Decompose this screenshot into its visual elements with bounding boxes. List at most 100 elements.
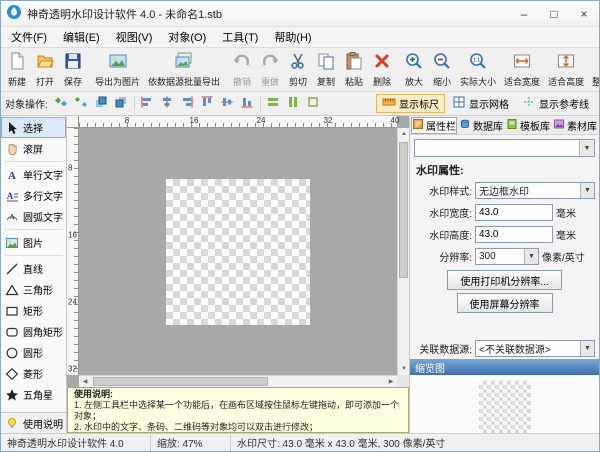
tool-triangle[interactable]: 三角形 [1, 279, 66, 300]
actual-size-button[interactable]: 1:1实际大小 [456, 49, 500, 90]
same-width-button[interactable] [264, 94, 283, 113]
redo-label: 重做 [261, 75, 279, 88]
watermark-transparent-canvas[interactable] [166, 179, 310, 325]
align-middle-vertical-button[interactable] [218, 94, 237, 113]
scroll-up-arrow[interactable]: ▲ [398, 128, 409, 140]
tool-arc-text[interactable]: A圆弧文字 [1, 206, 66, 227]
canvas-column: 8 16 24 32 40 8 16 24 32 ▲ [67, 116, 409, 433]
tool-picture[interactable]: 图片 [1, 232, 66, 253]
chevron-down-icon[interactable]: ▼ [580, 183, 594, 198]
paste-button[interactable]: 粘贴 [340, 49, 368, 90]
tab-materials[interactable]: 素材库 [552, 117, 598, 134]
zoom-out-button[interactable]: 缩小 [428, 49, 456, 90]
tool-rectangle[interactable]: 矩形 [1, 300, 66, 321]
tool-rounded-rectangle[interactable]: 圆角矩形 [1, 321, 66, 342]
tool-line[interactable]: 直线 [1, 258, 66, 279]
scroll-left-arrow[interactable]: ◀ [79, 376, 91, 387]
arc-text-icon: A [4, 210, 20, 224]
help-button[interactable]: 使用说明 [1, 412, 66, 433]
redo-button[interactable]: 重做 [256, 49, 284, 90]
cut-label: 剪切 [289, 75, 307, 88]
menu-view[interactable]: 视图(V) [108, 27, 161, 47]
vertical-scroll-thumb[interactable] [399, 142, 408, 278]
scroll-right-arrow[interactable]: ▶ [385, 376, 397, 387]
chevron-down-icon[interactable]: ▼ [579, 140, 594, 156]
align-left-button[interactable] [138, 94, 157, 113]
paste-label: 粘贴 [345, 75, 363, 88]
align-center-horizontal-button[interactable] [158, 94, 177, 113]
resolution-select[interactable]: 300▼ [475, 248, 539, 265]
menu-help[interactable]: 帮助(H) [266, 27, 319, 47]
watermark-width-input[interactable] [475, 204, 553, 221]
tab-database[interactable]: 数据库 [458, 117, 504, 134]
whole-page-button[interactable]: 整页显示 [588, 49, 600, 90]
same-height-button[interactable] [284, 94, 303, 113]
send-to-back-button[interactable] [112, 94, 131, 113]
chevron-down-icon[interactable]: ▼ [524, 249, 538, 264]
batch-export-button[interactable]: 依数据源批量导出 [144, 49, 224, 90]
tool-star[interactable]: 五角星 [1, 384, 66, 405]
minimize-button[interactable]: – [509, 1, 539, 26]
single-line-text-icon: A [4, 168, 20, 182]
object-selector-combo[interactable]: ▼ [414, 139, 595, 157]
new-button[interactable]: 新建 [3, 49, 31, 90]
ruler-mark: 16 [68, 231, 77, 240]
horizontal-scroll-thumb[interactable] [93, 377, 268, 386]
group-objects-button[interactable] [52, 94, 71, 113]
same-size-button[interactable] [304, 94, 323, 113]
cut-button[interactable]: 剪切 [284, 49, 312, 90]
ungroup-objects-button[interactable] [72, 94, 91, 113]
align-right-button[interactable] [178, 94, 197, 113]
scroll-down-arrow[interactable]: ▼ [398, 363, 409, 375]
open-button[interactable]: 打开 [31, 49, 59, 90]
usage-instructions-box: 使用说明: 1. 左侧工具栏中选择某一个功能后，在画布区域按住鼠标左键拖动，即可… [67, 387, 409, 433]
menu-edit[interactable]: 编辑(E) [55, 27, 108, 47]
bring-to-front-button[interactable] [92, 94, 111, 113]
export-image-button[interactable]: 导出为图片 [91, 49, 144, 90]
copy-button[interactable]: 复制 [312, 49, 340, 90]
undo-label: 撤销 [233, 75, 251, 88]
new-label: 新建 [8, 75, 26, 88]
thumbnail-preview [479, 381, 531, 433]
save-button[interactable]: 保存 [59, 49, 87, 90]
watermark-height-input[interactable] [475, 226, 553, 243]
datasource-select[interactable]: <不关联数据源>▼ [475, 340, 595, 357]
show-guides-label: 显示参考线 [539, 96, 589, 111]
tool-multi-line-text[interactable]: A多行文字 [1, 185, 66, 206]
tool-circle[interactable]: 圆形 [1, 342, 66, 363]
datasource-row: 关联数据源: <不关联数据源>▼ [414, 339, 595, 357]
chevron-down-icon[interactable]: ▼ [580, 341, 594, 356]
vertical-scrollbar[interactable]: ▲ ▼ [397, 128, 409, 375]
show-grid-toggle[interactable]: 显示网格 [446, 94, 515, 113]
fit-height-button[interactable]: 适合高度 [544, 49, 588, 90]
show-guides-toggle[interactable]: 显示参考线 [516, 94, 595, 113]
menu-object[interactable]: 对象(O) [160, 27, 214, 47]
delete-button[interactable]: 删除 [368, 49, 396, 90]
horizontal-scrollbar[interactable]: ◀ ▶ [79, 375, 397, 387]
align-bottom-button[interactable] [238, 94, 257, 113]
maximize-button[interactable]: □ [539, 1, 569, 26]
properties-icon [412, 118, 424, 133]
zoom-in-button[interactable]: 放大 [400, 49, 428, 90]
undo-button[interactable]: 撤销 [228, 49, 256, 90]
close-button[interactable]: × [569, 1, 599, 26]
menu-file[interactable]: 文件(F) [3, 27, 55, 47]
align-top-button[interactable] [198, 94, 217, 113]
show-ruler-toggle[interactable]: 显示标尺 [376, 94, 445, 113]
tab-properties[interactable]: 属性栏 [411, 117, 457, 134]
ruler-mark: 8 [125, 116, 129, 125]
canvas-viewport[interactable] [79, 128, 397, 375]
tool-diamond[interactable]: 菱形 [1, 363, 66, 384]
use-screen-resolution-button[interactable]: 使用屏幕分辨率 [457, 293, 553, 313]
tool-single-line-text[interactable]: A单行文字 [1, 164, 66, 185]
panel-spacer [410, 313, 599, 337]
use-printer-resolution-button[interactable]: 使用打印机分辨率... [447, 270, 561, 290]
canvas-area[interactable]: 8 16 24 32 40 8 16 24 32 ▲ [67, 116, 409, 387]
fit-width-button[interactable]: 适合宽度 [500, 49, 544, 90]
tool-single-line-text-label: 单行文字 [23, 167, 63, 182]
watermark-style-select[interactable]: 无边框水印▼ [475, 182, 595, 199]
tab-templates[interactable]: 模板库 [505, 117, 551, 134]
tool-pan[interactable]: 滚屏 [1, 138, 66, 159]
tool-select[interactable]: 选择 [1, 117, 66, 138]
menu-tools[interactable]: 工具(T) [214, 27, 266, 47]
